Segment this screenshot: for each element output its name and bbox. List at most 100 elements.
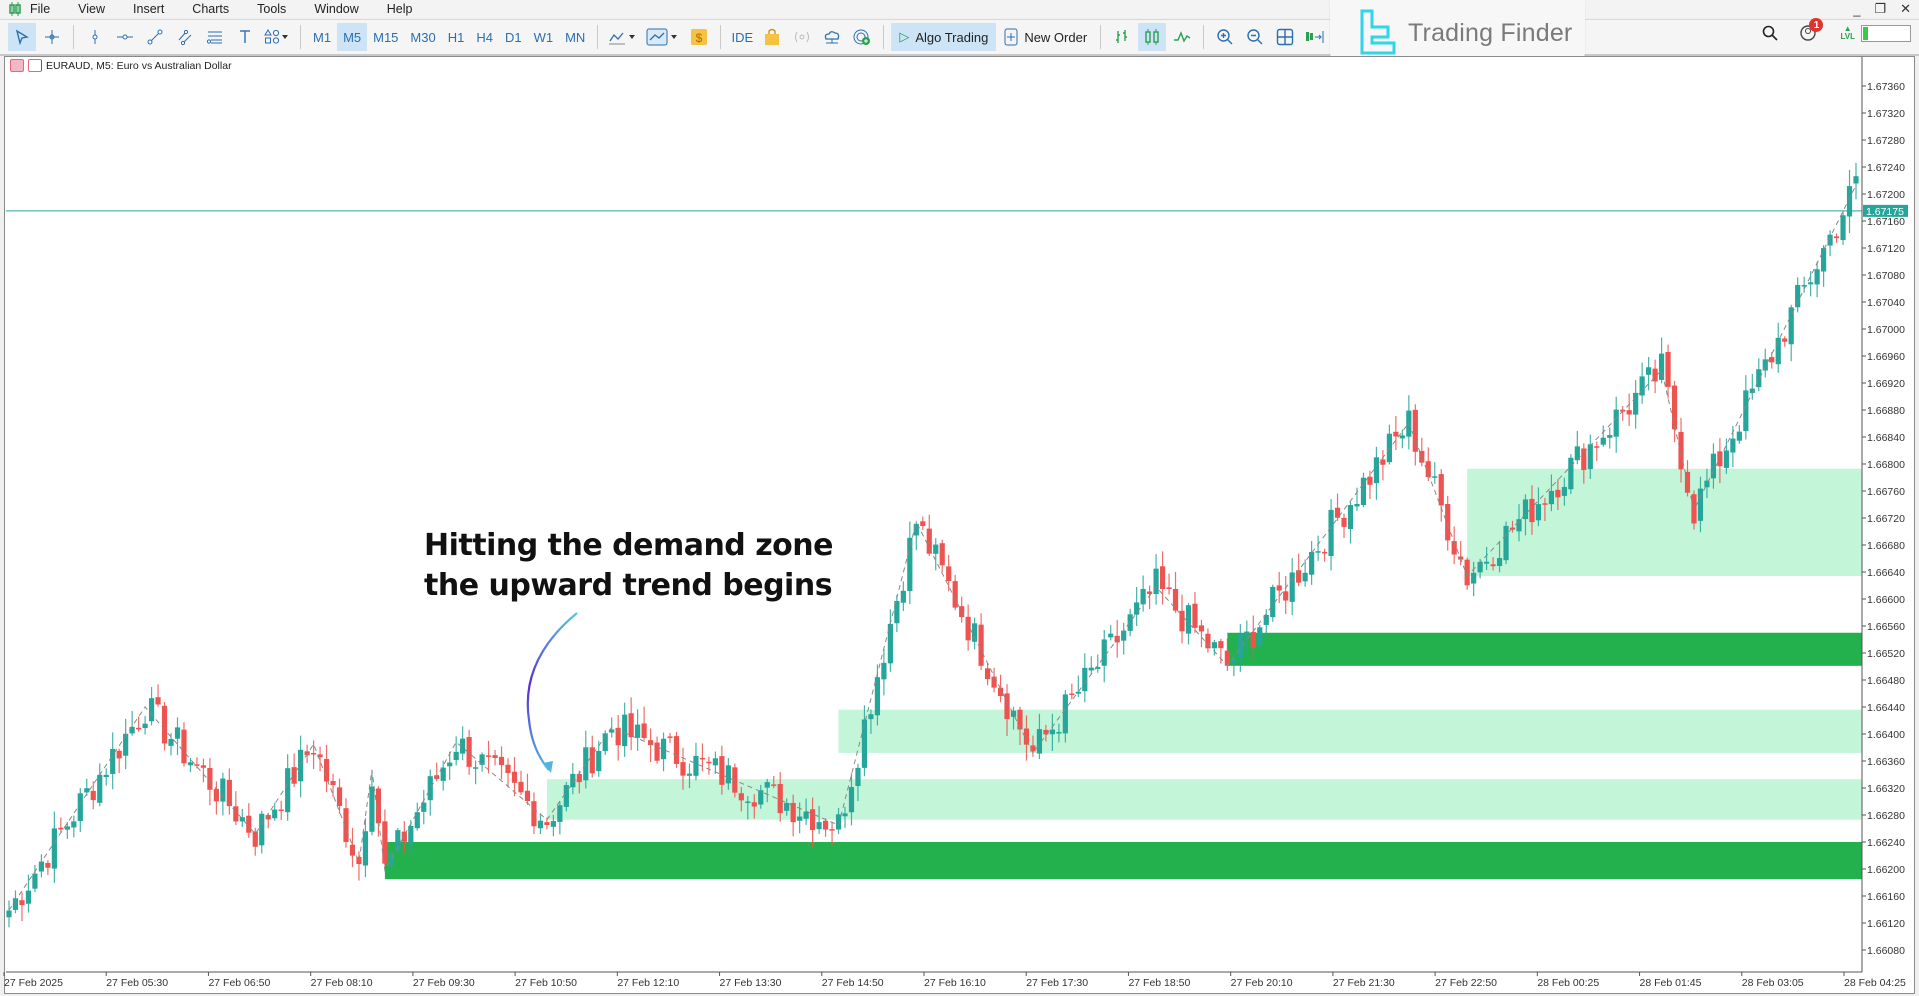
- time-tick-label: 27 Feb 12:10: [617, 977, 679, 989]
- candle-body: [336, 787, 343, 806]
- time-tick-label: 27 Feb 05:30: [106, 977, 168, 989]
- candle-body: [1840, 215, 1846, 241]
- price-tick-label: 1.66880: [1867, 405, 1905, 417]
- candle-body: [77, 793, 83, 822]
- candle-body: [1354, 503, 1360, 507]
- candle-body: [103, 774, 109, 778]
- candle-body: [1062, 694, 1068, 734]
- candle-body: [1082, 667, 1088, 692]
- time-tick-label: 27 Feb 2025: [4, 977, 63, 989]
- candle-body: [939, 543, 945, 566]
- candle-body: [447, 762, 453, 767]
- candle-body: [323, 758, 330, 782]
- candle-body: [984, 668, 991, 680]
- candle-body: [136, 727, 142, 730]
- candle-body: [544, 822, 550, 826]
- chart-window-icon: [10, 59, 24, 72]
- candle-body: [654, 742, 660, 761]
- candle-body: [1412, 409, 1418, 452]
- candle-body: [1665, 351, 1671, 387]
- time-tick-label: 27 Feb 06:50: [208, 977, 270, 989]
- candle-body: [550, 821, 556, 827]
- candle-body: [1581, 448, 1587, 471]
- candle-body: [751, 802, 757, 807]
- time-tick-label: 27 Feb 22:50: [1435, 977, 1497, 989]
- candle-body: [524, 790, 531, 802]
- time-tick-label: 27 Feb 17:30: [1026, 977, 1088, 989]
- candle-body: [1503, 525, 1509, 561]
- candle-body: [874, 677, 881, 716]
- candle-body: [1542, 503, 1548, 505]
- candle-body: [797, 816, 803, 821]
- price-tick-label: 1.67120: [1867, 243, 1905, 255]
- candle-body: [1607, 435, 1613, 438]
- candle-body: [803, 811, 809, 819]
- current-price-label: 1.67175: [1866, 206, 1904, 218]
- price-tick-label: 1.66360: [1867, 756, 1905, 768]
- candle-body: [1782, 338, 1788, 342]
- candle-body: [641, 723, 647, 738]
- price-tick-label: 1.67320: [1867, 108, 1905, 120]
- time-tick-label: 28 Feb 00:25: [1537, 977, 1599, 989]
- candle-body: [1516, 519, 1522, 532]
- candle-body: [1814, 269, 1820, 285]
- candle-body: [686, 773, 693, 776]
- candle-body: [1833, 236, 1840, 239]
- candle-body: [900, 590, 906, 603]
- chart-title-bar: EURAUD, M5: Euro vs Australian Dollar: [10, 59, 232, 72]
- candle-body: [563, 785, 569, 807]
- candle-body: [1049, 729, 1055, 735]
- candle-body: [926, 528, 932, 554]
- candle-body: [1788, 307, 1794, 345]
- candle-body: [1108, 633, 1114, 638]
- price-tick-label: 1.66840: [1867, 432, 1905, 444]
- candle-body: [1218, 641, 1224, 649]
- candle-body: [421, 802, 427, 812]
- candle-body: [168, 738, 174, 746]
- candle-body: [1198, 625, 1205, 632]
- annotation-line-1: Hitting the demand zone: [424, 528, 834, 563]
- candle-body: [712, 758, 718, 766]
- candle-body: [1795, 284, 1801, 308]
- candle-body: [576, 773, 582, 783]
- candle-body: [1088, 667, 1094, 671]
- price-tick-label: 1.67360: [1867, 81, 1905, 93]
- candle-body: [1600, 437, 1606, 445]
- candle-body: [116, 750, 122, 759]
- candle-body: [239, 817, 245, 822]
- candle-body: [32, 873, 38, 889]
- candle-body: [848, 787, 855, 813]
- candle-body: [1147, 591, 1153, 594]
- candle-body: [764, 782, 770, 788]
- candle-body: [1069, 693, 1075, 696]
- candle-body: [1568, 457, 1574, 490]
- candle-body: [1309, 551, 1315, 575]
- candle-body: [1717, 451, 1723, 467]
- candle-body: [291, 767, 297, 784]
- candle-body: [1555, 489, 1561, 498]
- candle-body: [97, 774, 103, 803]
- chart-template-icon: [28, 59, 42, 72]
- candle-body: [1808, 282, 1814, 285]
- candle-body: [881, 662, 887, 680]
- time-tick-label: 27 Feb 08:10: [311, 977, 373, 989]
- annotation-arrow: [526, 612, 578, 771]
- candle-body: [298, 749, 304, 782]
- candle-body: [382, 821, 388, 864]
- candle-body: [738, 793, 744, 801]
- demand-zone: [838, 709, 1862, 753]
- annotation-arrowhead: [543, 761, 553, 773]
- candle-body: [589, 747, 595, 774]
- candle-body: [1289, 572, 1295, 602]
- candle-body: [1535, 504, 1542, 521]
- candle-body: [745, 801, 751, 804]
- candle-body: [1166, 587, 1172, 589]
- candle-body: [1471, 572, 1477, 584]
- candle-body: [194, 764, 200, 766]
- candle-body: [38, 861, 45, 872]
- price-tick-label: 1.66600: [1867, 594, 1905, 606]
- price-chart[interactable]: 1.67360 1.67320 1.67280 1.67240 1.67200 1.671…: [0, 0, 1919, 996]
- candle-body: [518, 781, 524, 793]
- price-tick-label: 1.66120: [1867, 918, 1905, 930]
- candle-body: [207, 768, 213, 790]
